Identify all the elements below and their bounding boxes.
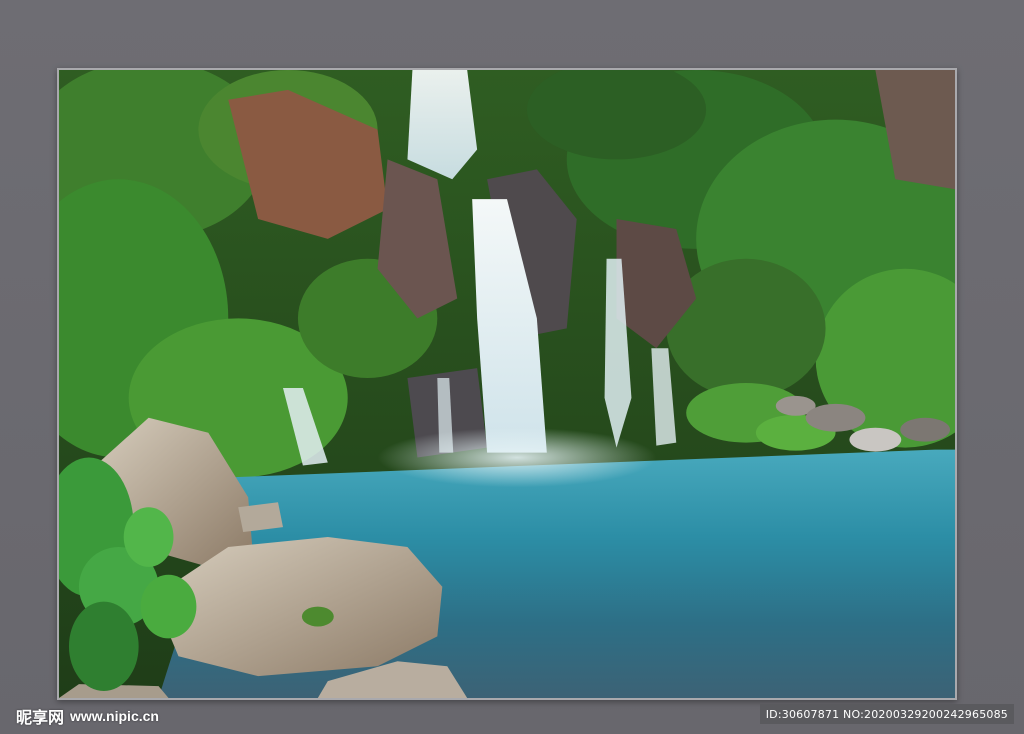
watermark-site: www.nipic.cn — [70, 708, 159, 724]
watermark-brand: 昵享网 — [16, 708, 65, 727]
mist — [377, 427, 657, 488]
image-id-label: ID:30607871 NO:20200329200242965085 — [759, 704, 1014, 724]
waterfall-landscape-image — [59, 70, 955, 698]
framed-waterfall-photo — [57, 68, 957, 700]
watermark-logo: 昵享网 www.nipic.cn — [16, 704, 159, 728]
